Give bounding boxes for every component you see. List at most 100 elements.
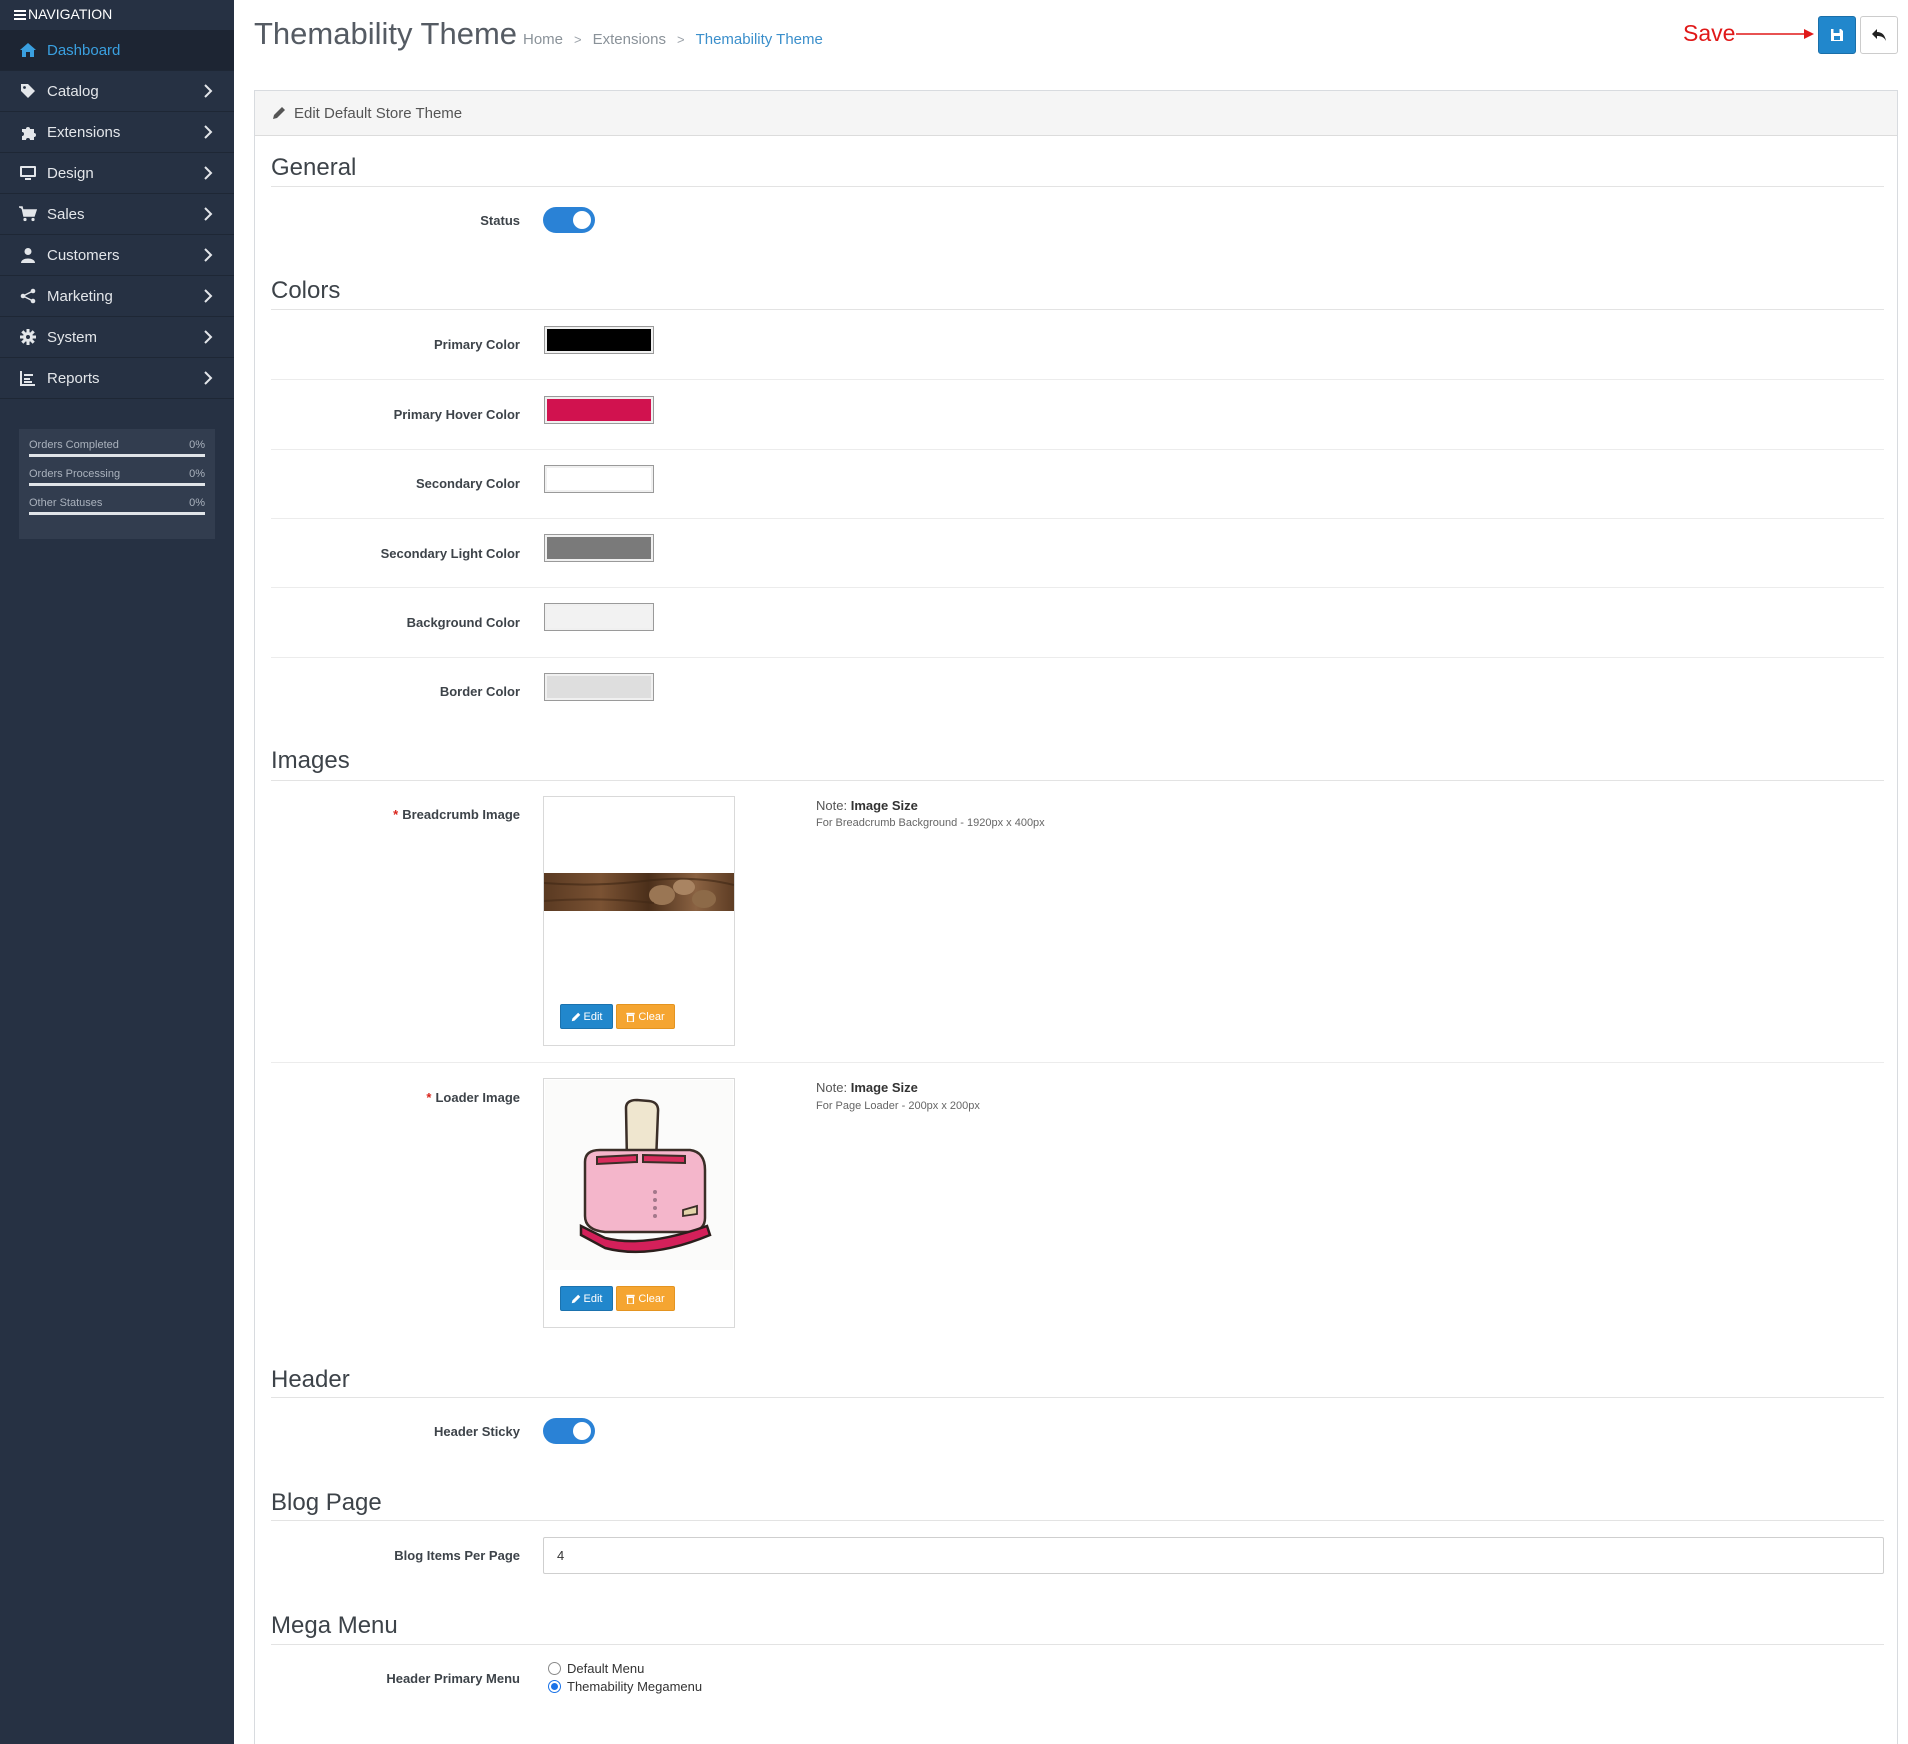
sidebar-item-design[interactable]: Design: [0, 153, 234, 194]
border-color-label: Border Color: [439, 684, 520, 699]
trash-icon: [626, 1012, 636, 1022]
radio-button[interactable]: [548, 1662, 561, 1675]
radio-themability-megamenu[interactable]: Themability Megamenu: [548, 1679, 702, 1694]
panel-heading-text: Edit Default Store Theme: [294, 104, 463, 122]
cart-icon: [18, 204, 38, 224]
loader-image-thumbnail[interactable]: Edit Clear: [543, 1078, 735, 1328]
radio-button[interactable]: [548, 1680, 561, 1693]
sidebar-item-label: Design: [47, 164, 94, 182]
sidebar-item-label: Catalog: [47, 82, 99, 100]
header-sticky-toggle[interactable]: [543, 1418, 595, 1444]
required-asterisk-icon: *: [426, 1090, 432, 1105]
reply-icon: [1872, 29, 1886, 41]
sidebar-item-sales[interactable]: Sales: [0, 194, 234, 235]
section-title-colors: Colors: [271, 277, 341, 304]
toggle-knob: [573, 1422, 591, 1440]
toaster-image-preview: [545, 1080, 733, 1270]
sidebar-item-customers[interactable]: Customers: [0, 235, 234, 276]
home-icon: [18, 40, 38, 60]
chevron-right-icon: [204, 289, 213, 303]
loader-image-label-text: Loader Image: [435, 1090, 520, 1105]
user-icon: [18, 245, 38, 265]
sidebar-item-extensions[interactable]: Extensions: [0, 112, 234, 153]
sidebar-item-marketing[interactable]: Marketing: [0, 276, 234, 317]
primary-color-label: Primary Color: [434, 337, 520, 352]
sidebar-item-label: Extensions: [47, 123, 121, 141]
back-button[interactable]: [1860, 16, 1898, 54]
secondary-light-color-label: Secondary Light Color: [380, 546, 520, 561]
stat-label: Orders Completed: [29, 439, 119, 451]
row-divider: [271, 449, 1884, 450]
note-prefix: Note:: [816, 798, 848, 813]
sidebar-item-label: Marketing: [47, 287, 113, 305]
breadcrumb-extensions[interactable]: Extensions: [593, 31, 666, 48]
sidebar-item-catalog[interactable]: Catalog: [0, 71, 234, 112]
breadcrumb-image-clear-button[interactable]: Clear: [616, 1004, 675, 1029]
chevron-right-icon: [204, 248, 213, 262]
background-color-picker[interactable]: [544, 603, 654, 631]
sidebar-item-dashboard[interactable]: Dashboard: [0, 30, 234, 71]
border-color-picker[interactable]: [544, 673, 654, 701]
trash-icon: [626, 1294, 636, 1304]
note-bold: Image Size: [850, 798, 918, 813]
status-toggle[interactable]: [543, 207, 595, 233]
hamburger-icon: [14, 8, 26, 22]
secondary-light-color-picker[interactable]: [544, 534, 654, 562]
stat-value: 0%: [189, 468, 205, 480]
edit-label: Edit: [583, 1010, 603, 1023]
chevron-right-icon: [204, 84, 213, 98]
breadcrumb-home[interactable]: Home: [523, 31, 563, 48]
primary-hover-color-picker[interactable]: [544, 396, 654, 424]
row-divider: [271, 379, 1884, 380]
breadcrumb-current[interactable]: Themability Theme: [696, 31, 823, 48]
sidebar-item-system[interactable]: System: [0, 317, 234, 358]
save-button[interactable]: [1818, 16, 1856, 54]
radio-label: Themability Megamenu: [567, 1679, 703, 1694]
chevron-right-icon: [204, 371, 213, 385]
toggle-knob: [573, 211, 591, 229]
loader-image-clear-button[interactable]: Clear: [616, 1286, 675, 1311]
sidebar-item-reports[interactable]: Reports: [0, 358, 234, 399]
clear-label: Clear: [638, 1010, 665, 1023]
share-icon: [18, 286, 38, 306]
breadcrumb-image-edit-button[interactable]: Edit: [560, 1004, 613, 1029]
secondary-color-picker[interactable]: [544, 465, 654, 493]
header-sticky-label: Header Sticky: [434, 1424, 520, 1439]
sidebar-item-label: Reports: [47, 369, 100, 387]
breadcrumb-image-thumbnail[interactable]: Edit Clear: [543, 796, 735, 1046]
navigation-header[interactable]: NAVIGATION: [0, 0, 234, 30]
section-title-blog-page: Blog Page: [271, 1489, 382, 1516]
section-title-general: General: [271, 154, 357, 181]
breadcrumb-image-preview: [544, 873, 734, 911]
loader-image-note-detail: For Page Loader - 200px x 200px: [816, 1100, 980, 1112]
stat-progress-bar: [29, 512, 205, 515]
divider: [271, 1644, 1884, 1645]
divider: [271, 309, 1884, 310]
navigation-title: NAVIGATION: [28, 6, 113, 22]
clear-label: Clear: [638, 1292, 665, 1305]
color-fill: [547, 676, 651, 698]
note-bold: Image Size: [850, 1080, 918, 1095]
blog-items-per-page-input[interactable]: [543, 1537, 1884, 1574]
gear-icon: [18, 327, 38, 347]
stat-value: 0%: [189, 497, 205, 509]
puzzle-icon: [18, 122, 38, 142]
bar-chart-icon: [18, 368, 38, 388]
chevron-right-icon: [204, 166, 213, 180]
divider: [271, 1397, 1884, 1398]
loader-image-label: * Loader Image: [426, 1090, 520, 1105]
blog-items-label: Blog Items Per Page: [394, 1548, 520, 1563]
primary-color-picker[interactable]: [544, 326, 654, 354]
color-fill: [547, 329, 651, 351]
loader-image-edit-button[interactable]: Edit: [560, 1286, 613, 1311]
breadcrumb-image-note-detail: For Breadcrumb Background - 1920px x 400…: [816, 817, 1045, 829]
pencil-icon: [273, 107, 285, 119]
color-fill: [547, 468, 651, 490]
secondary-color-label: Secondary Color: [415, 476, 520, 491]
section-title-images: Images: [271, 747, 350, 774]
breadcrumb-separator-icon: >: [574, 32, 582, 47]
sidebar-item-label: System: [47, 328, 98, 346]
panel-heading: Edit Default Store Theme: [255, 91, 1897, 136]
floppy-disk-icon: [1831, 29, 1843, 41]
radio-default-menu[interactable]: Default Menu: [548, 1661, 644, 1676]
